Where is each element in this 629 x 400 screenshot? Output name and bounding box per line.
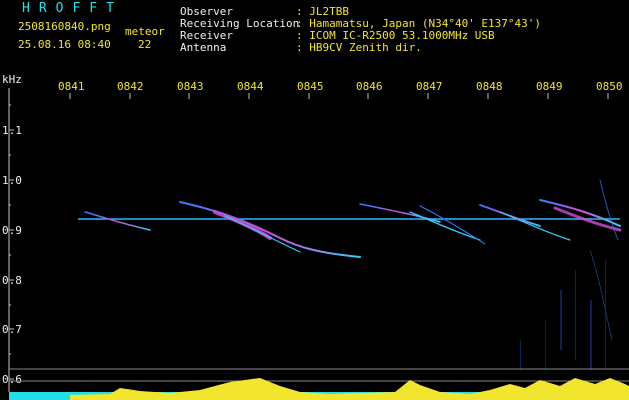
noise-field <box>520 260 606 370</box>
meteor-echo <box>419 205 486 245</box>
meteor-echo <box>213 210 272 240</box>
meteor-echoes <box>84 179 622 341</box>
meteor-echo <box>84 211 151 231</box>
meteor-echo <box>499 211 571 241</box>
meteor-echo <box>539 199 621 227</box>
spectrogram-plot <box>8 88 629 400</box>
freq-axis-ticks <box>9 104 14 380</box>
hrofft-spectrogram-screen: HROFFT 2508160840.png 25.08.16 08:40 met… <box>0 0 629 400</box>
meteor-echo <box>409 211 481 241</box>
meteor-echo <box>599 179 619 241</box>
time-axis-ticks <box>69 93 609 99</box>
meteor-echo <box>179 201 361 258</box>
meteor-echo <box>224 215 301 253</box>
meteor-echo <box>589 249 613 341</box>
